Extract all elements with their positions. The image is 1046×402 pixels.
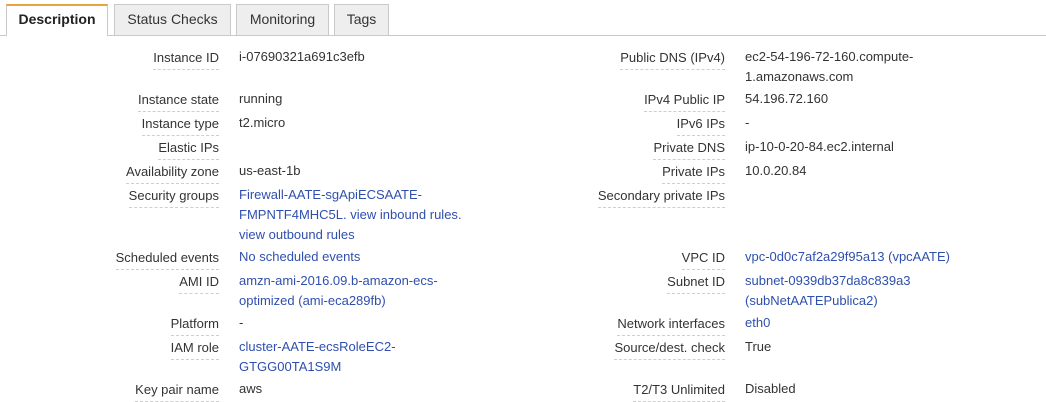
tab-status-checks[interactable]: Status Checks (114, 4, 231, 35)
vpc-id-link[interactable]: vpc-0d0c7af2a29f95a13 (vpcAATE) (745, 249, 950, 264)
label-platform: Platform (170, 314, 219, 336)
value-vpc-id: vpc-0d0c7af2a29f95a13 (vpcAATE) (745, 247, 950, 267)
iam-role-link[interactable]: cluster-AATE-ecsRoleEC2- (239, 339, 396, 354)
label-scheduled-events: Scheduled events (115, 248, 219, 270)
scheduled-events-link[interactable]: No scheduled events (239, 249, 360, 264)
label-vpc-id: VPC ID (681, 248, 725, 270)
tab-monitoring[interactable]: Monitoring (236, 4, 329, 35)
label-public-dns: Public DNS (IPv4) (620, 48, 725, 70)
value-instance-type: t2.micro (239, 115, 286, 130)
iam-role-link-cont[interactable]: GTGG00TA1S9M (239, 359, 341, 374)
label-instance-id: Instance ID (153, 48, 219, 70)
view-inbound-rules-link[interactable]: view inbound rules (350, 207, 458, 222)
value-iam-role: cluster-AATE-ecsRoleEC2- GTGG00TA1S9M (239, 337, 396, 377)
value-t2-t3-unlimited: Disabled (745, 381, 796, 396)
label-ipv6-ips: IPv6 IPs (676, 114, 725, 136)
value-ipv6-ips: - (745, 115, 750, 130)
value-ami-id: amzn-ami-2016.09.b-amazon-ecs- optimized… (239, 271, 438, 311)
value-key-pair-name: aws (239, 381, 263, 396)
label-instance-type: Instance type (141, 114, 219, 136)
value-instance-id: i-07690321a691c3efb (239, 49, 365, 64)
value-source-dest-check: True (745, 339, 772, 354)
label-t2-t3-unlimited: T2/T3 Unlimited (633, 380, 725, 402)
security-group-link[interactable]: Firewall-AATE-sgApiECSAATE- (239, 187, 422, 202)
value-availability-zone: us-east-1b (239, 163, 301, 178)
label-ami-id: AMI ID (179, 272, 219, 294)
value-ipv4-public-ip: 54.196.72.160 (745, 91, 829, 106)
label-iam-role: IAM role (170, 338, 219, 360)
tab-description[interactable]: Description (6, 4, 108, 36)
label-subnet-id: Subnet ID (667, 272, 725, 294)
view-outbound-rules-link[interactable]: view outbound rules (239, 227, 355, 242)
label-private-dns: Private DNS (653, 138, 725, 160)
label-private-ips: Private IPs (662, 162, 725, 184)
value-network-interfaces: eth0 (745, 313, 770, 333)
value-subnet-id: subnet-0939db37da8c839a3 (subNetAATEPubl… (745, 271, 911, 311)
ami-id-link-cont[interactable]: optimized (ami-eca289fb) (239, 293, 386, 308)
value-private-dns: ip-10-0-20-84.ec2.internal (745, 139, 894, 154)
label-secondary-private-ips: Secondary private IPs (597, 186, 725, 208)
public-dns-line1: ec2-54-196-72-160.compute- (745, 49, 914, 64)
value-scheduled-events: No scheduled events (239, 247, 360, 267)
label-source-dest-check: Source/dest. check (614, 338, 725, 360)
label-ipv4-public-ip: IPv4 Public IP (644, 90, 725, 112)
tab-bar-divider (0, 35, 1046, 36)
subnet-id-link[interactable]: subnet-0939db37da8c839a3 (745, 273, 911, 288)
value-instance-state: running (239, 91, 283, 106)
label-availability-zone: Availability zone (126, 162, 219, 184)
label-key-pair-name: Key pair name (135, 380, 219, 402)
tab-bar: Description Status Checks Monitoring Tag… (0, 0, 1046, 36)
value-private-ips: 10.0.20.84 (745, 163, 807, 178)
label-security-groups: Security groups (128, 186, 219, 208)
value-security-groups: Firewall-AATE-sgApiECSAATE- FMPNTF4MHC5L… (239, 185, 462, 245)
label-network-interfaces: Network interfaces (617, 314, 725, 336)
label-instance-state: Instance state (138, 90, 219, 112)
public-dns-line2: 1.amazonaws.com (745, 69, 854, 84)
separator-period: . (457, 207, 462, 222)
security-group-link-cont[interactable]: FMPNTF4MHC5L (239, 207, 343, 222)
eth0-link[interactable]: eth0 (745, 315, 770, 330)
ami-id-link[interactable]: amzn-ami-2016.09.b-amazon-ecs- (239, 273, 438, 288)
value-platform: - (239, 315, 244, 330)
value-public-dns: ec2-54-196-72-160.compute- 1.amazonaws.c… (745, 47, 913, 87)
label-elastic-ips: Elastic IPs (158, 138, 219, 160)
subnet-id-link-cont[interactable]: (subNetAATEPublica2) (745, 293, 878, 308)
tab-tags[interactable]: Tags (334, 4, 389, 35)
